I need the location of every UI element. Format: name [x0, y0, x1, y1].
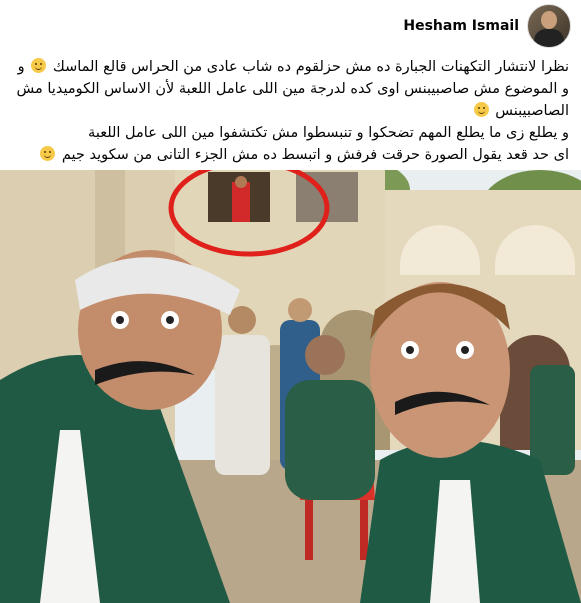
author-name[interactable]: Hesham Ismail — [403, 18, 519, 34]
relieved-emoji-icon — [473, 102, 489, 117]
post-text-line-3: و يطلع زى ما يطلع المهم تضحكوا و تنبسطوا… — [88, 125, 569, 141]
post-photo[interactable] — [0, 170, 581, 603]
photo-scene — [0, 170, 581, 603]
post-text: نظرا لانتشار التكهنات الجبارة ده مش حزلق… — [12, 56, 569, 166]
post-header: Hesham Ismail — [403, 4, 571, 48]
post-text-line-4: اى حد قعد يقول الصورة حرقت فرفش و اتبسط … — [12, 144, 569, 166]
grinning-emoji-icon — [40, 146, 56, 161]
post-text-line-1: نظرا لانتشار التكهنات الجبارة ده مش حزلق… — [17, 58, 569, 75]
grinning-emoji-icon — [31, 58, 47, 73]
author-avatar[interactable] — [527, 4, 571, 48]
post-text-line-2: و الموضوع مش صاصبيبنس اوى كده لدرجة مين … — [16, 81, 569, 119]
facebook-post: Hesham Ismail نظرا لانتشار التكهنات الجب… — [0, 0, 581, 603]
